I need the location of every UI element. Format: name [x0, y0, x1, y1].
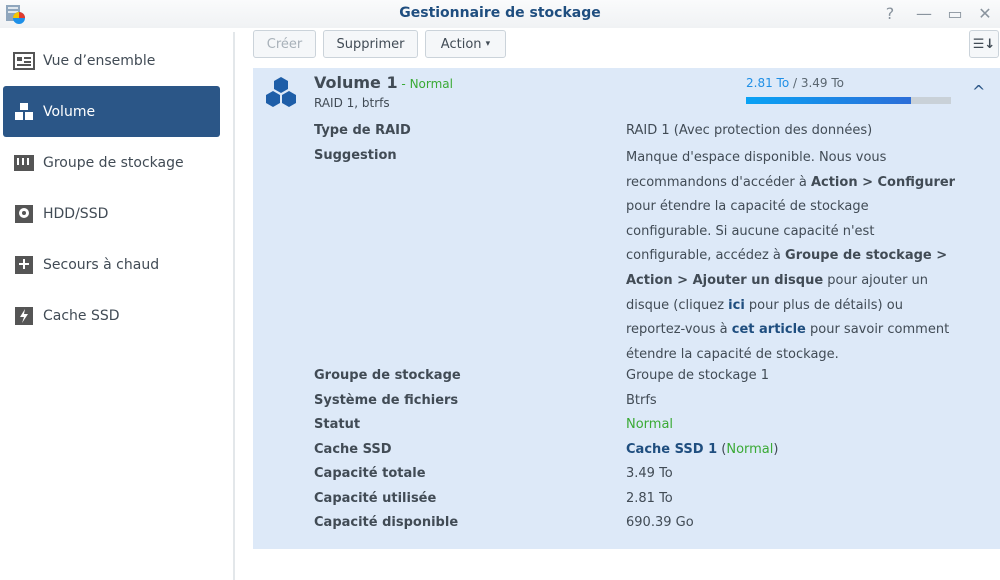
raid-type-label: Type de RAID [314, 123, 411, 138]
volume-subtitle: RAID 1, btrfs [314, 96, 390, 110]
total-capacity-value: 3.49 To [626, 466, 673, 481]
filesystem-label: Système de fichiers [314, 393, 459, 408]
sidebar: Vue d’ensemble Volume Groupe de stockage… [0, 32, 235, 580]
raid-type-value: RAID 1 (Avec protection des données) [626, 123, 873, 138]
sidebar-item-overview[interactable]: Vue d’ensemble [3, 35, 220, 86]
sidebar-item-label: Volume [43, 103, 96, 120]
collapse-chevron-up-icon[interactable]: ^ [972, 82, 985, 101]
sidebar-item-volume[interactable]: Volume [3, 86, 220, 137]
usage-text: 2.81 To / 3.49 To [746, 76, 844, 90]
status-label: Statut [314, 417, 361, 432]
action-dropdown[interactable]: Action ▾ [425, 30, 506, 58]
ssd-cache-link[interactable]: Cache SSD 1 [626, 442, 717, 457]
suggestion-link[interactable]: cet article [732, 322, 806, 337]
volume-panel[interactable]: Volume 1 - Normal RAID 1, btrfs 2.81 To … [253, 68, 1000, 549]
suggestion-text: Manque d'espace disponible. Nous vous re… [626, 146, 956, 367]
volume-cube-icon [266, 77, 296, 107]
hdd-icon [13, 204, 35, 224]
sidebar-item-label: Secours à chaud [43, 256, 160, 273]
sidebar-item-label: Cache SSD [43, 307, 120, 324]
paren-open: ( [717, 442, 727, 457]
used-capacity-label: Capacité utilisée [314, 491, 437, 506]
suggestion-label: Suggestion [314, 148, 397, 163]
volume-icon [13, 102, 35, 122]
close-button[interactable]: ✕ [975, 4, 995, 24]
storage-pool-icon [13, 153, 35, 173]
free-capacity-label: Capacité disponible [314, 515, 459, 530]
overview-icon [13, 51, 35, 71]
sort-button[interactable]: ☰↓ [969, 30, 999, 58]
maximize-button[interactable]: ▭ [945, 4, 965, 24]
ssd-cache-label: Cache SSD [314, 442, 392, 457]
total-capacity: 3.49 To [800, 76, 845, 90]
create-button[interactable]: Créer [253, 30, 316, 58]
delete-button[interactable]: Supprimer [323, 30, 418, 58]
title-bar: Gestionnaire de stockage ? — ▭ ✕ [0, 0, 1000, 28]
action-label: Action [440, 36, 482, 52]
caret-down-icon: ▾ [485, 39, 491, 49]
pool-value: Groupe de stockage 1 [626, 368, 769, 383]
filesystem-value: Btrfs [626, 393, 657, 408]
usage-bar [746, 97, 951, 104]
ssd-cache-status: Normal [726, 442, 774, 457]
sidebar-item-label: Vue d’ensemble [43, 52, 156, 69]
suggestion-link[interactable]: ici [728, 298, 745, 313]
paren-close: ) [773, 442, 779, 457]
volume-status: Normal [409, 77, 453, 91]
ssd-cache-icon [13, 306, 35, 326]
hot-spare-icon [13, 255, 35, 275]
used-capacity-value: 2.81 To [626, 491, 673, 506]
status-separator: - [397, 77, 410, 91]
sidebar-item-hot-spare[interactable]: Secours à chaud [3, 239, 220, 290]
sidebar-item-ssd-cache[interactable]: Cache SSD [3, 290, 220, 341]
used-capacity: 2.81 To [746, 76, 790, 90]
help-button[interactable]: ? [880, 4, 900, 24]
free-capacity-value: 690.39 Go [626, 515, 694, 530]
sort-icon: ☰↓ [972, 36, 996, 52]
usage-bar-fill [746, 97, 912, 104]
minimize-button[interactable]: — [914, 4, 934, 24]
sidebar-item-label: HDD/SSD [43, 205, 109, 222]
volume-title: Volume 1 - Normal [314, 73, 453, 92]
sidebar-item-storage-pool[interactable]: Groupe de stockage [3, 137, 220, 188]
suggestion-segment: Action > Configurer [810, 174, 956, 190]
status-value: Normal [626, 417, 674, 432]
total-capacity-label: Capacité totale [314, 466, 426, 481]
sidebar-item-hdd-ssd[interactable]: HDD/SSD [3, 188, 220, 239]
pool-label: Groupe de stockage [314, 368, 461, 383]
window-title: Gestionnaire de stockage [399, 5, 601, 21]
usage-separator: / [789, 76, 801, 90]
sidebar-item-label: Groupe de stockage [43, 154, 184, 171]
ssd-cache-value: Cache SSD 1 (Normal) [626, 442, 778, 457]
volume-name: Volume 1 [314, 73, 398, 92]
